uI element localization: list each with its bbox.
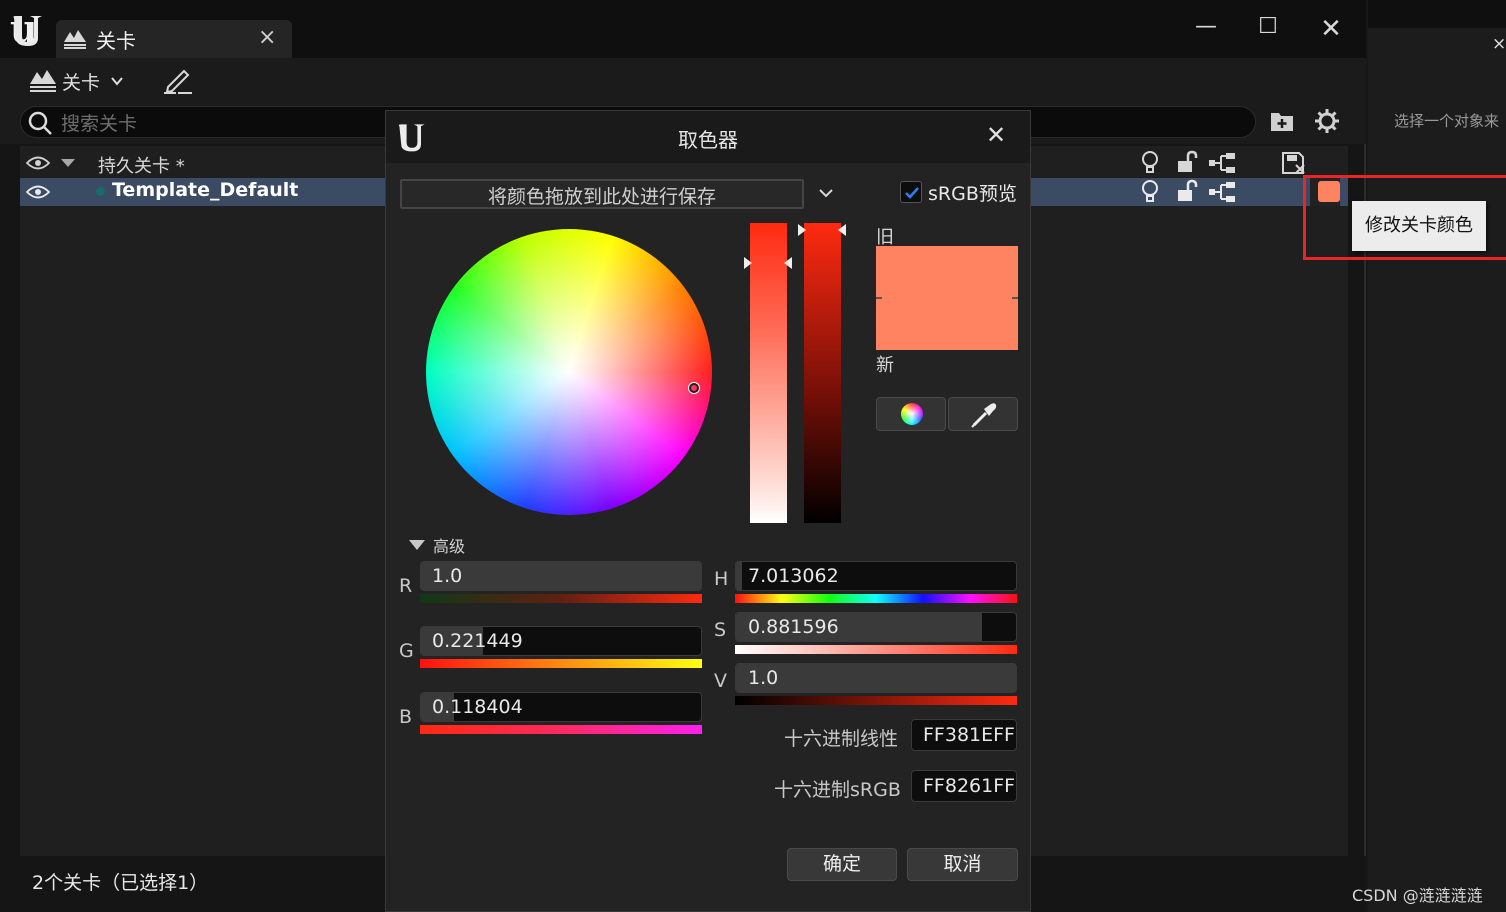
search-icon (28, 111, 52, 135)
r-input[interactable]: 1.0 (420, 561, 702, 591)
tooltip: 修改关卡颜色 (1352, 201, 1486, 251)
eye-icon[interactable] (26, 155, 50, 171)
color-save-drop-area[interactable]: 将颜色拖放到此处进行保存 (400, 179, 804, 209)
v-value: 1.0 (748, 667, 779, 689)
b-input[interactable]: 0.118404 (420, 692, 702, 722)
h-gradient-bar (735, 594, 1017, 603)
h-input[interactable]: 7.013062 (735, 561, 1017, 591)
cancel-button[interactable]: 取消 (907, 848, 1018, 881)
new-color-label: 新 (876, 355, 894, 376)
details-close-icon[interactable]: × (1492, 34, 1506, 54)
details-panel: × 选择一个对象来 (1368, 28, 1506, 912)
unlock-icon[interactable] (1176, 150, 1198, 174)
watermark: CSDN @涟涟涟涟 (1352, 886, 1483, 905)
details-panel-header (1368, 0, 1506, 28)
hex-linear-label: 十六进制线性 (784, 728, 899, 750)
srgb-label: sRGB预览 (928, 183, 1017, 205)
color-wheel[interactable] (426, 229, 712, 515)
v-gradient-bar (735, 696, 1017, 705)
tab-levels[interactable]: 关卡 × (56, 20, 292, 58)
add-folder-icon[interactable] (1270, 110, 1294, 132)
lightbulb-icon[interactable] (1140, 179, 1160, 205)
color-wheel-selector[interactable] (689, 383, 699, 393)
levels-menu-button[interactable]: 关卡 (28, 64, 132, 98)
value-slider-handle[interactable] (796, 223, 848, 237)
color-wheel-mode-button[interactable] (876, 397, 946, 431)
unreal-logo-mark (13, 16, 42, 46)
minimize-button[interactable]: — (1190, 14, 1222, 39)
r-gradient-bar (420, 594, 702, 603)
unlock-icon[interactable] (1176, 179, 1198, 203)
saturation-slider-handle[interactable] (742, 256, 794, 270)
r-fill (421, 562, 701, 590)
srgb-checkbox[interactable] (900, 181, 922, 203)
eyedropper-button[interactable] (948, 397, 1018, 431)
hierarchy-icon[interactable] (1208, 182, 1236, 202)
save-drop-text: 将颜色拖放到此处进行保存 (487, 186, 716, 208)
save-all-icon[interactable] (1282, 152, 1306, 174)
r-label: R (399, 575, 413, 597)
maximize-button[interactable]: ☐ (1252, 14, 1284, 39)
h-value: 7.013062 (748, 565, 839, 587)
v-input[interactable]: 1.0 (735, 663, 1017, 693)
advanced-expand-icon[interactable] (408, 539, 426, 551)
hex-linear-input[interactable]: FF381EFF (911, 719, 1017, 751)
status-text: 2个关卡（已选择1） (32, 872, 209, 894)
b-gradient-bar (420, 725, 702, 734)
s-input[interactable]: 0.881596 (735, 612, 1017, 642)
color-wheel-icon (901, 403, 923, 425)
lightbulb-icon[interactable] (1140, 150, 1160, 176)
level-dot-icon (96, 187, 105, 196)
settings-gear-icon[interactable] (1314, 108, 1340, 134)
preview-divider-left (876, 297, 882, 299)
value-slider[interactable] (804, 223, 841, 523)
level-label: Template_Default (112, 179, 299, 201)
g-gradient-bar (420, 659, 702, 668)
preview-divider-right (1012, 297, 1018, 299)
hex-srgb-input[interactable]: FF8261FF (911, 770, 1017, 802)
hex-linear-value: FF381EFF (923, 724, 1015, 746)
checkmark-icon (905, 187, 919, 199)
level-label: 持久关卡 * (98, 156, 185, 177)
tab-label: 关卡 (96, 29, 136, 53)
tab-close-icon[interactable]: × (258, 25, 276, 50)
b-label: B (399, 706, 413, 728)
dialog-close-icon[interactable]: ✕ (986, 121, 1006, 149)
s-gradient-bar (735, 645, 1017, 654)
dialog-title-bar: 取色器 ✕ (386, 111, 1030, 163)
level-icon (64, 30, 86, 49)
close-button[interactable]: ✕ (1315, 14, 1347, 44)
hierarchy-icon[interactable] (1208, 153, 1236, 173)
toolbar (0, 58, 1366, 106)
advanced-label: 高级 (433, 537, 466, 556)
eye-icon[interactable] (26, 184, 50, 200)
chevron-down-icon[interactable] (818, 185, 834, 201)
chevron-down-icon (111, 77, 123, 86)
v-label: V (714, 670, 727, 692)
collapse-triangle-icon[interactable] (60, 158, 76, 168)
eyedropper-icon (971, 403, 997, 428)
level-icon (30, 70, 56, 92)
s-label: S (714, 619, 727, 641)
ok-button[interactable]: 确定 (787, 848, 897, 881)
color-picker-dialog: 取色器 ✕ 将颜色拖放到此处进行保存 sRGB预览 旧 新 高级 R 1.0 G… (385, 110, 1031, 912)
s-value: 0.881596 (748, 616, 839, 638)
g-input[interactable]: 0.221449 (420, 626, 702, 656)
b-value: 0.118404 (432, 696, 523, 718)
g-label: G (399, 640, 414, 662)
color-preview (876, 246, 1018, 350)
g-value: 0.221449 (432, 630, 523, 652)
h-label: H (714, 568, 729, 590)
details-hint: 选择一个对象来 (1394, 112, 1500, 130)
hex-srgb-label: 十六进制sRGB (774, 779, 901, 801)
h-fill (736, 562, 742, 590)
edit-pencil-icon[interactable] (162, 65, 194, 95)
r-value: 1.0 (432, 565, 463, 587)
search-placeholder: 搜索关卡 (61, 113, 138, 135)
levels-menu-label: 关卡 (62, 72, 101, 94)
dialog-title: 取色器 (678, 128, 738, 152)
hex-srgb-value: FF8261FF (923, 775, 1016, 797)
